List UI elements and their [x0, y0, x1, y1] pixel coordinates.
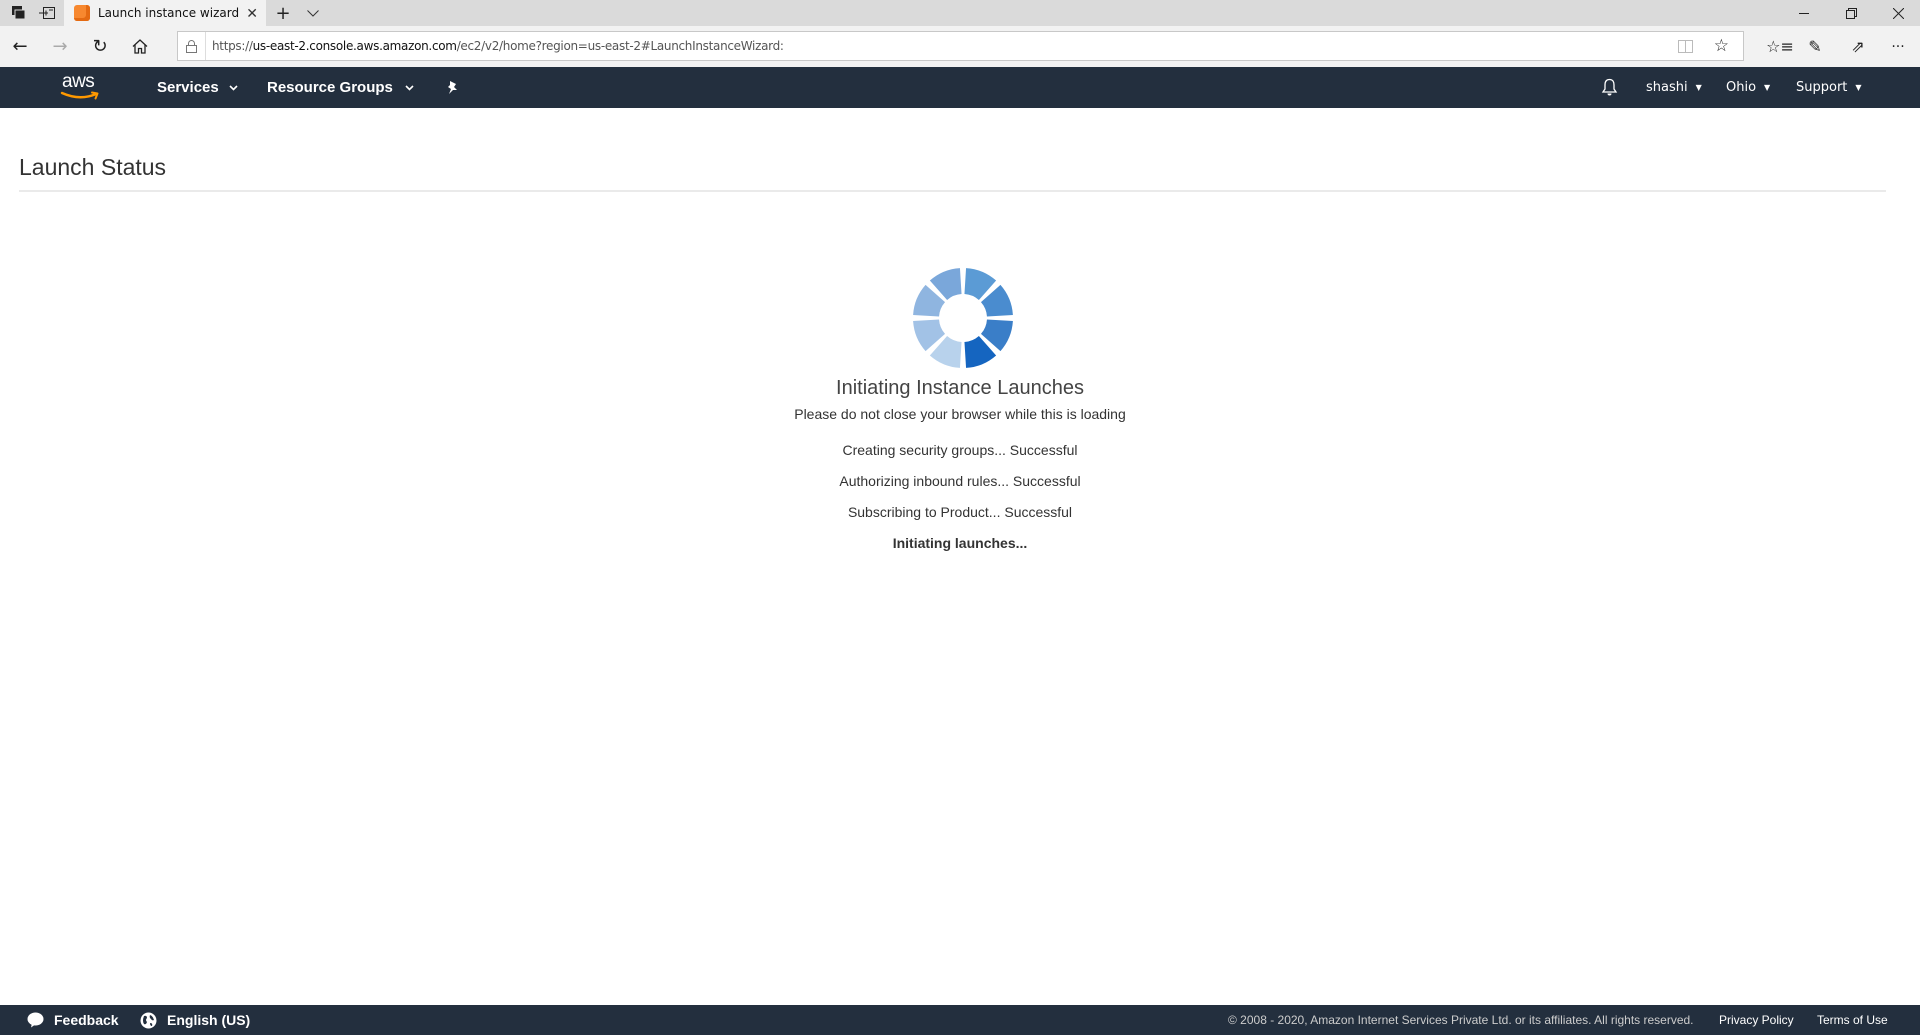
url-prefix: https://: [212, 39, 253, 53]
url-path: /ec2/v2/home?region=us-east-2#LaunchInst…: [456, 39, 784, 53]
notifications-button[interactable]: [1601, 67, 1618, 108]
region-label: Ohio: [1726, 80, 1757, 95]
home-icon[interactable]: [122, 26, 158, 67]
back-icon[interactable]: ←: [2, 26, 38, 67]
set-aside-tabs-icon[interactable]: [34, 0, 60, 26]
step-item: Authorizing inbound rules... Successful: [839, 473, 1081, 489]
pin-shortcuts-button[interactable]: [446, 67, 459, 108]
support-menu[interactable]: Support ▼: [1796, 67, 1862, 108]
favorites-list-icon[interactable]: ☆≡: [1762, 26, 1798, 67]
browser-tab-bar: Launch instance wizard ✕ +: [0, 0, 1920, 26]
status-heading: Initiating Instance Launches: [836, 377, 1084, 399]
url-domain: us-east-2.console.aws.amazon.com: [252, 39, 457, 53]
share-icon[interactable]: ⇗: [1840, 26, 1876, 67]
url-text[interactable]: https://us-east-2.console.aws.amazon.com…: [212, 39, 784, 53]
chevron-down-icon: [229, 84, 238, 91]
web-notes-pen-icon[interactable]: ✎: [1797, 26, 1833, 67]
status-subheading: Please do not close your browser while t…: [794, 406, 1126, 422]
copyright-text: © 2008 - 2020, Amazon Internet Services …: [1228, 1013, 1694, 1027]
address-bar[interactable]: https://us-east-2.console.aws.amazon.com…: [177, 31, 1744, 61]
tab-actions-icon[interactable]: [6, 0, 32, 26]
browser-toolbar: ← → ↻ https://us-east-2.console.aws.amaz…: [0, 26, 1920, 67]
minimize-icon[interactable]: [1786, 0, 1822, 26]
reading-view-icon[interactable]: [1678, 32, 1693, 60]
new-tab-icon[interactable]: +: [270, 0, 296, 26]
terms-of-use-link[interactable]: Terms of Use: [1817, 1005, 1888, 1035]
step-item: Creating security groups... Successful: [842, 442, 1078, 458]
bell-icon: [1601, 78, 1618, 96]
chevron-down-icon: [405, 84, 414, 91]
window-close-icon[interactable]: [1880, 0, 1916, 26]
pin-icon: [448, 80, 457, 94]
language-label: English (US): [167, 1012, 251, 1028]
caret-down-icon: ▼: [1695, 83, 1702, 92]
tab-close-icon[interactable]: ✕: [246, 0, 258, 26]
user-label: shashi: [1646, 80, 1688, 95]
support-label: Support: [1796, 80, 1848, 95]
aws-favicon-icon: [74, 5, 90, 21]
privacy-policy-link[interactable]: Privacy Policy: [1719, 1005, 1794, 1035]
browser-tab[interactable]: Launch instance wizard ✕: [64, 0, 266, 26]
step-item-current: Initiating launches...: [892, 535, 1028, 551]
resource-groups-menu[interactable]: Resource Groups: [267, 67, 414, 108]
caret-down-icon: ▼: [1855, 83, 1862, 92]
lock-icon: [178, 32, 206, 60]
step-item: Subscribing to Product... Successful: [847, 504, 1073, 520]
tab-list-chevron-icon[interactable]: [300, 0, 326, 26]
title-divider: [19, 190, 1886, 192]
footer: Feedback English (US) © 2008 - 2020, Ama…: [0, 1005, 1920, 1035]
services-label: Services: [157, 79, 219, 96]
feedback-button[interactable]: Feedback: [27, 1005, 119, 1035]
aws-top-nav: aws Services Resource Groups shashi ▼ Oh…: [0, 67, 1920, 108]
user-menu[interactable]: shashi ▼: [1646, 67, 1702, 108]
language-selector[interactable]: English (US): [140, 1005, 250, 1035]
feedback-label: Feedback: [54, 1012, 119, 1028]
caret-down-icon: ▼: [1764, 83, 1771, 92]
globe-icon: [140, 1012, 157, 1029]
aws-logo-text: aws: [62, 71, 95, 92]
aws-logo[interactable]: aws: [60, 71, 104, 103]
loading-spinner-icon: [913, 268, 1013, 368]
add-favorite-star-icon[interactable]: ☆: [1714, 32, 1729, 60]
page-title: Launch Status: [19, 154, 167, 180]
forward-icon[interactable]: →: [42, 26, 78, 67]
aws-smile-icon: [60, 91, 99, 100]
restore-icon[interactable]: [1833, 0, 1869, 26]
resource-groups-label: Resource Groups: [267, 79, 393, 96]
tab-title: Launch instance wizard: [98, 6, 240, 20]
speech-bubble-icon: [27, 1012, 44, 1028]
more-options-icon[interactable]: ···: [1880, 26, 1916, 67]
services-menu[interactable]: Services: [157, 67, 238, 108]
region-menu[interactable]: Ohio ▼: [1726, 67, 1770, 108]
refresh-icon[interactable]: ↻: [82, 26, 118, 67]
